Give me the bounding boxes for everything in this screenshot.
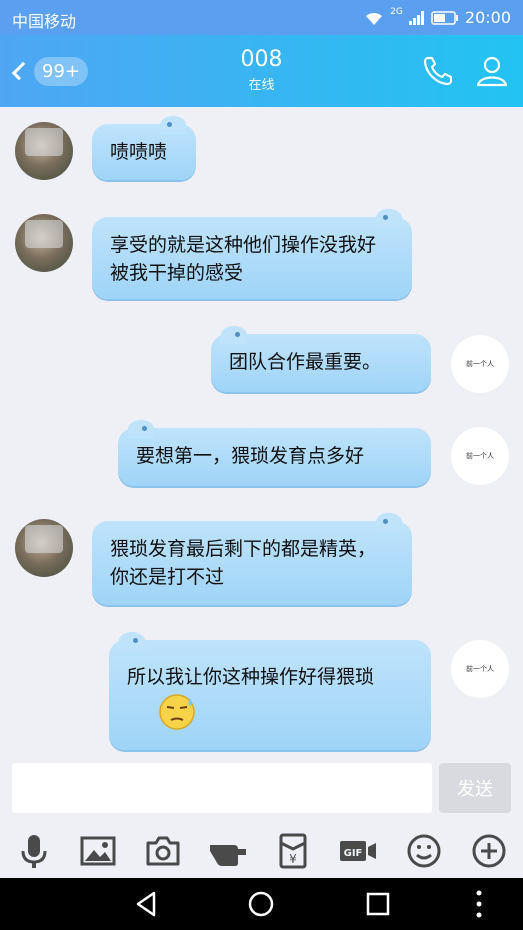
clock: 20:00 bbox=[464, 8, 511, 27]
message-text: 猥琐发育最后剩下的都是精英，你还是打不过 bbox=[110, 538, 377, 588]
send-button[interactable]: 发送 bbox=[439, 763, 511, 813]
message-bubble[interactable]: 啧啧啧 bbox=[92, 116, 196, 180]
nav-home-icon[interactable] bbox=[245, 888, 277, 920]
message-bubble[interactable]: 享受的就是这种他们操作没我好被我干掉的感受 bbox=[92, 209, 412, 299]
message-text: 所以我让你这种操作好得猥琐 bbox=[127, 666, 375, 688]
composer: 发送 bbox=[0, 755, 523, 823]
contact-avatar[interactable] bbox=[15, 122, 73, 180]
message-bubble[interactable]: 团队合作最重要。 bbox=[211, 326, 431, 392]
red-packet-icon[interactable]: ¥ bbox=[273, 831, 313, 871]
nav-back-icon[interactable] bbox=[130, 888, 162, 920]
phone-call-icon[interactable] bbox=[420, 53, 456, 89]
message-text: 享受的就是这种他们操作没我好被我干掉的感受 bbox=[110, 234, 377, 284]
contact-avatar[interactable] bbox=[15, 214, 73, 272]
my-avatar[interactable]: 前一个人 bbox=[451, 640, 509, 698]
svg-text:GIF: GIF bbox=[344, 848, 363, 859]
my-avatar[interactable]: 前一个人 bbox=[451, 427, 509, 485]
nav-recents-icon[interactable] bbox=[362, 888, 394, 920]
contact-avatar[interactable] bbox=[15, 519, 73, 577]
message-input[interactable] bbox=[12, 763, 432, 813]
message-bubble[interactable]: 猥琐发育最后剩下的都是精英，你还是打不过 bbox=[92, 513, 412, 605]
svg-text:¥: ¥ bbox=[289, 852, 297, 866]
sweat-smirk-emoji-icon bbox=[159, 694, 195, 730]
wifi-icon bbox=[366, 12, 383, 25]
image-icon[interactable] bbox=[78, 831, 118, 871]
emoji-icon[interactable] bbox=[404, 831, 444, 871]
input-toolbar: ¥ GIF bbox=[0, 823, 523, 878]
message-text: 要想第一，猥琐发育点多好 bbox=[136, 445, 365, 467]
message-bubble[interactable]: 所以我让你这种操作好得猥琐 bbox=[109, 632, 431, 750]
message-text: 啧啧啧 bbox=[110, 141, 168, 163]
poke-icon[interactable] bbox=[208, 831, 248, 871]
gif-icon[interactable]: GIF bbox=[338, 831, 378, 871]
network-type: 2G bbox=[390, 6, 403, 17]
profile-icon[interactable] bbox=[474, 53, 510, 89]
camera-icon[interactable] bbox=[143, 831, 183, 871]
message-text: 团队合作最重要。 bbox=[229, 351, 382, 373]
signal-icon bbox=[408, 10, 424, 25]
status-bar: 中国移动 2G 20:00 bbox=[0, 0, 523, 35]
battery-icon bbox=[431, 10, 458, 25]
carrier-name: 中国移动 bbox=[12, 12, 77, 31]
my-avatar[interactable]: 前一个人 bbox=[451, 335, 509, 393]
message-bubble[interactable]: 要想第一，猥琐发育点多好 bbox=[118, 420, 431, 486]
nav-menu-icon[interactable] bbox=[463, 888, 495, 920]
plus-icon[interactable] bbox=[469, 831, 509, 871]
microphone-icon[interactable] bbox=[14, 831, 54, 871]
system-nav-bar bbox=[0, 878, 523, 930]
chat-header: 99+ 008 在线 bbox=[0, 35, 523, 107]
